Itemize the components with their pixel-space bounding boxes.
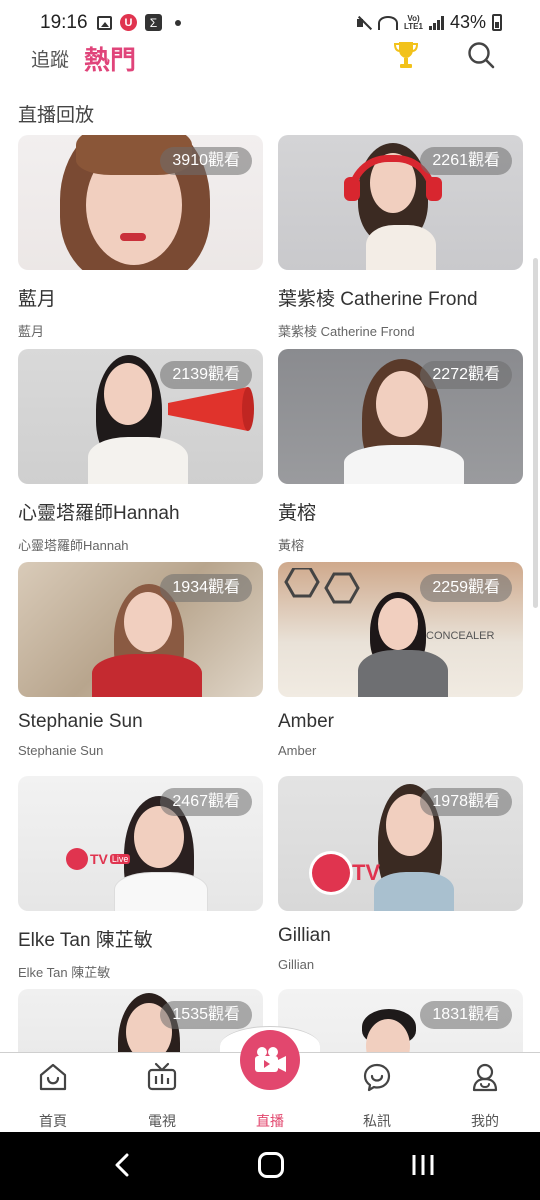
home-icon <box>39 1063 67 1091</box>
status-system-icons: Vo) LTE1 43% <box>356 12 502 33</box>
volte-bottom-label: LTE1 <box>404 21 423 31</box>
tv-icon <box>147 1062 177 1091</box>
card-subtitle: Gillian <box>278 957 315 972</box>
sigma-app-icon: Σ <box>145 14 162 31</box>
view-count-badge: 1535觀看 <box>160 1001 252 1029</box>
replay-card[interactable]: 2272觀看 黃榕 黃榕 <box>278 349 523 554</box>
card-title: Stephanie Sun <box>18 711 143 732</box>
card-subtitle: 葉紫棱 Catherine Frond <box>278 324 415 339</box>
replay-card[interactable]: CONCEALER 2259觀看 Amber Amber <box>278 562 523 758</box>
card-title: Elke Tan 陳芷敏 <box>18 930 153 951</box>
battery-percent: 43% <box>449 12 486 32</box>
view-count-badge: 1934觀看 <box>160 574 252 602</box>
signal-icon <box>428 15 444 30</box>
card-subtitle: 心靈塔羅師Hannah <box>18 538 129 553</box>
card-thumbnail[interactable]: 3910觀看 <box>18 135 263 270</box>
gallery-icon <box>97 15 112 30</box>
card-title: Gillian <box>278 925 331 946</box>
tab-hot[interactable]: 熱門 <box>84 40 136 77</box>
system-nav-bar <box>0 1132 540 1200</box>
trophy-icon[interactable] <box>393 40 419 70</box>
nav-label-tv: 電視 <box>148 1113 176 1129</box>
message-icon <box>363 1063 391 1092</box>
card-thumbnail[interactable]: TV Live 2467觀看 <box>18 776 263 911</box>
nav-item-profile[interactable]: 我的 <box>440 1053 530 1133</box>
utv-live-logo: TV Live <box>66 848 131 870</box>
battery-icon <box>492 14 502 31</box>
view-count-badge: 2261觀看 <box>420 147 512 175</box>
replay-card[interactable]: TV Live 2467觀看 Elke Tan 陳芷敏 Elke Tan 陳芷敏 <box>18 776 263 981</box>
nav-label-home: 首頁 <box>39 1113 67 1129</box>
search-icon[interactable] <box>467 41 495 69</box>
status-time: 19:16 <box>40 12 88 33</box>
nav-item-tv[interactable]: 電視 <box>117 1053 207 1133</box>
card-thumbnail[interactable]: 1934觀看 <box>18 562 263 697</box>
view-count-badge: 2467觀看 <box>160 788 252 816</box>
card-title: 黃榕 <box>278 503 317 524</box>
card-thumbnail[interactable]: CONCEALER 2259觀看 <box>278 562 523 697</box>
nav-label-messages: 私訊 <box>363 1113 391 1129</box>
card-thumbnail[interactable]: TV 1978觀看 <box>278 776 523 911</box>
live-camera-icon <box>255 1047 286 1072</box>
replay-card[interactable]: 3910觀看 藍月 藍月 <box>18 135 263 340</box>
scrollbar[interactable] <box>533 258 538 608</box>
nav-item-home[interactable]: 首頁 <box>8 1053 98 1133</box>
card-title: 心靈塔羅師Hannah <box>18 503 180 524</box>
nav-item-messages[interactable]: 私訊 <box>332 1053 422 1133</box>
view-count-badge: 2139觀看 <box>160 361 252 389</box>
view-count-badge: 1831觀看 <box>420 1001 512 1029</box>
card-thumbnail[interactable]: 2139觀看 <box>18 349 263 484</box>
card-subtitle: Elke Tan 陳芷敏 <box>18 965 111 980</box>
view-count-badge: 1978觀看 <box>420 788 512 816</box>
app-header: 追蹤 熱門 <box>0 36 540 76</box>
view-count-badge: 3910觀看 <box>160 147 252 175</box>
card-title: 藍月 <box>18 289 57 310</box>
back-icon[interactable] <box>112 1153 134 1177</box>
profile-icon <box>472 1063 498 1092</box>
status-notification-icons: U Σ <box>97 14 181 31</box>
card-thumbnail[interactable]: 2261觀看 <box>278 135 523 270</box>
wifi-icon <box>378 15 398 30</box>
replay-card[interactable]: 2261觀看 葉紫棱 Catherine Frond 葉紫棱 Catherine… <box>278 135 523 340</box>
live-nav-button[interactable] <box>240 1030 300 1090</box>
replay-card[interactable]: TV 1978觀看 Gillian Gillian <box>278 776 523 972</box>
tab-follow[interactable]: 追蹤 <box>31 45 69 72</box>
recent-apps-icon[interactable] <box>411 1154 435 1176</box>
concealer-sign: CONCEALER <box>426 630 495 642</box>
card-title: 葉紫棱 Catherine Frond <box>278 289 478 310</box>
app-root: 19:16 U Σ Vo) LTE1 43% 追蹤 熱門 直播回放 3910觀看… <box>0 0 540 1200</box>
card-subtitle: 藍月 <box>18 324 45 339</box>
card-thumbnail[interactable]: 2272觀看 <box>278 349 523 484</box>
volte-icon: Vo) LTE1 <box>404 14 423 31</box>
home-button-icon[interactable] <box>258 1152 284 1178</box>
mute-icon <box>356 15 372 31</box>
view-count-badge: 2259觀看 <box>420 574 512 602</box>
utv-logo: TV <box>312 854 380 892</box>
nav-label-live: 直播 <box>256 1113 284 1129</box>
view-count-badge: 2272觀看 <box>420 361 512 389</box>
section-title: 直播回放 <box>18 105 95 126</box>
utv-app-icon: U <box>120 14 137 31</box>
card-subtitle: Stephanie Sun <box>18 743 104 758</box>
nav-label-profile: 我的 <box>471 1113 499 1129</box>
replay-card[interactable]: 1934觀看 Stephanie Sun Stephanie Sun <box>18 562 263 758</box>
card-subtitle: 黃榕 <box>278 538 305 553</box>
more-notifications-dot-icon <box>175 19 181 26</box>
replay-card[interactable]: 2139觀看 心靈塔羅師Hannah 心靈塔羅師Hannah <box>18 349 263 554</box>
card-title: Amber <box>278 711 334 732</box>
card-subtitle: Amber <box>278 743 317 758</box>
